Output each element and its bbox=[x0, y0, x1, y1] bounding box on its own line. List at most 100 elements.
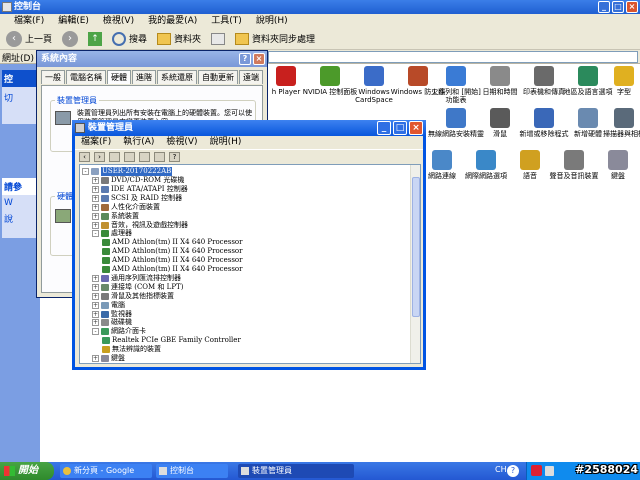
forward-button[interactable]: › bbox=[60, 30, 80, 48]
expand-icon[interactable]: + bbox=[92, 292, 99, 300]
expand-icon[interactable]: + bbox=[92, 185, 99, 193]
tab-general[interactable]: 一般 bbox=[41, 70, 65, 84]
tree-item[interactable]: + 連接埠 (COM 和 LPT) bbox=[92, 283, 183, 292]
menu-help[interactable]: 說明(H) bbox=[256, 14, 288, 28]
expand-icon[interactable]: + bbox=[92, 355, 99, 362]
task-chrome[interactable]: 新分頁 - Google Chro... bbox=[60, 464, 152, 478]
expand-icon[interactable]: + bbox=[92, 221, 99, 229]
tree-item[interactable]: + 電腦 bbox=[92, 301, 125, 310]
menu-tools[interactable]: 工具(T) bbox=[211, 14, 242, 28]
menu-file[interactable]: 檔案(F) bbox=[14, 14, 44, 28]
expand-icon[interactable]: + bbox=[92, 301, 99, 309]
back-button[interactable]: ‹ 上一頁 bbox=[4, 30, 54, 48]
tab-automatic-updates[interactable]: 自動更新 bbox=[198, 70, 238, 84]
start-button[interactable]: 開始 bbox=[0, 462, 54, 480]
search-icon bbox=[112, 31, 127, 46]
up-button[interactable]: ↑ bbox=[86, 30, 104, 48]
expand-icon[interactable]: + bbox=[92, 177, 99, 184]
device-manager-titlebar[interactable]: 裝置管理員 _ □ × bbox=[72, 120, 426, 136]
tree-item[interactable]: + 音效，視訊及遊戲控制器 bbox=[92, 221, 188, 230]
tree-item[interactable]: AMD Athlon(tm) II X4 640 Processor bbox=[102, 247, 243, 256]
tree-view-icon[interactable] bbox=[109, 151, 120, 162]
expand-icon[interactable]: + bbox=[92, 212, 99, 220]
help-icon[interactable]: ? bbox=[507, 465, 519, 477]
refresh-icon[interactable] bbox=[154, 151, 165, 162]
tree-item[interactable]: Realtek PCIe GBE Family Controller bbox=[102, 336, 241, 345]
menu-favorites[interactable]: 我的最愛(A) bbox=[148, 14, 197, 28]
task-pane-title-2[interactable]: 請參 bbox=[2, 178, 40, 195]
tree-item[interactable]: + IDE ATA/ATAPI 控制器 bbox=[92, 185, 188, 194]
collapse-icon[interactable]: - bbox=[92, 230, 99, 238]
icon-scanners-cameras[interactable]: 掃描器與相機 bbox=[596, 108, 640, 138]
help-icon[interactable]: ? bbox=[169, 151, 180, 162]
expand-icon[interactable]: + bbox=[92, 310, 99, 318]
expand-icon[interactable]: + bbox=[92, 194, 99, 202]
tree-item[interactable]: - 網路介面卡 bbox=[92, 327, 146, 336]
collapse-icon[interactable]: - bbox=[82, 168, 89, 175]
tree-item[interactable]: + 通用序列匯流排控制器 bbox=[92, 274, 181, 283]
tab-advanced[interactable]: 進階 bbox=[132, 70, 156, 84]
device-tree-scrollbar[interactable] bbox=[410, 165, 420, 363]
maximize-button[interactable]: □ bbox=[393, 121, 407, 135]
tab-computer-name[interactable]: 電腦名稱 bbox=[66, 70, 106, 84]
task-pane-link-2[interactable]: 說 bbox=[2, 211, 40, 226]
tree-item[interactable]: + 系統裝置 bbox=[92, 212, 139, 221]
expand-icon[interactable]: + bbox=[92, 283, 99, 291]
task-pane-title-1[interactable]: 控 bbox=[2, 70, 40, 87]
back-arrow-icon[interactable]: ‹ bbox=[79, 151, 90, 162]
print-icon[interactable] bbox=[139, 151, 150, 162]
close-button[interactable]: × bbox=[626, 1, 638, 13]
tree-item[interactable]: 無法辨識的裝置 bbox=[102, 345, 161, 354]
properties-icon[interactable] bbox=[124, 151, 135, 162]
tab-hardware[interactable]: 硬體 bbox=[107, 70, 131, 84]
menu-edit[interactable]: 編輯(E) bbox=[58, 14, 89, 28]
tree-item[interactable]: AMD Athlon(tm) II X4 640 Processor bbox=[102, 256, 243, 265]
tree-item[interactable]: + 鍵盤 bbox=[92, 354, 125, 363]
folders-button[interactable]: 資料夾 bbox=[155, 30, 203, 48]
tree-root[interactable]: - USER-20170222AB bbox=[82, 167, 173, 176]
tray-app-icon[interactable] bbox=[531, 465, 542, 476]
minimize-button[interactable]: _ bbox=[598, 1, 610, 13]
maximize-button[interactable]: □ bbox=[612, 1, 624, 13]
device-manager-icon bbox=[55, 111, 71, 125]
task-pane-link-1[interactable]: W bbox=[2, 195, 40, 211]
expand-icon[interactable]: + bbox=[92, 319, 99, 327]
language-indicator[interactable]: CH bbox=[495, 465, 507, 474]
tree-item[interactable]: AMD Athlon(tm) II X4 640 Processor bbox=[102, 238, 243, 247]
dm-menu-file[interactable]: 檔案(F) bbox=[81, 136, 111, 149]
close-button[interactable]: × bbox=[409, 121, 423, 135]
dm-menu-view[interactable]: 檢視(V) bbox=[166, 136, 197, 149]
system-properties-titlebar[interactable]: 系統內容 ? × bbox=[37, 51, 267, 67]
address-input[interactable] bbox=[268, 51, 638, 63]
tree-item[interactable]: + DVD/CD-ROM 光碟機 bbox=[92, 176, 184, 185]
control-panel-titlebar[interactable]: 控制台 _ □ × bbox=[0, 0, 640, 14]
menu-view[interactable]: 檢視(V) bbox=[103, 14, 134, 28]
tab-remote[interactable]: 遠端 bbox=[239, 70, 263, 84]
collapse-icon[interactable]: - bbox=[92, 328, 99, 336]
task-pane-link-switch[interactable]: 切 bbox=[2, 87, 40, 108]
icon-fonts[interactable]: 字型 bbox=[596, 66, 640, 96]
icon-keyboard[interactable]: 鍵盤 bbox=[590, 150, 640, 180]
folder-sync-button[interactable]: 資料夾同步處理 bbox=[233, 30, 317, 48]
tree-item[interactable]: + 滑鼠及其他指標裝置 bbox=[92, 292, 174, 301]
expand-icon[interactable]: + bbox=[92, 203, 99, 211]
scrollbar-thumb[interactable] bbox=[412, 177, 420, 317]
help-button[interactable]: ? bbox=[239, 53, 251, 65]
minimize-button[interactable]: _ bbox=[377, 121, 391, 135]
dm-menu-help[interactable]: 說明(H) bbox=[210, 136, 242, 149]
tree-item[interactable]: AMD Athlon(tm) II X4 640 Processor bbox=[102, 265, 243, 274]
tab-system-restore[interactable]: 系統還原 bbox=[157, 70, 197, 84]
tray-speaker-icon[interactable] bbox=[545, 466, 554, 476]
forward-arrow-icon[interactable]: › bbox=[94, 151, 105, 162]
search-button[interactable]: 搜尋 bbox=[110, 30, 149, 48]
tree-item[interactable]: - 處理器 bbox=[92, 229, 132, 238]
close-button[interactable]: × bbox=[253, 53, 265, 65]
dm-menu-action[interactable]: 執行(A) bbox=[123, 136, 154, 149]
task-control-panel[interactable]: 控制台 bbox=[156, 464, 228, 478]
views-button[interactable] bbox=[209, 30, 227, 48]
tree-item[interactable]: + SCSI 及 RAID 控制器 bbox=[92, 194, 182, 203]
tree-item-label: 處理器 bbox=[111, 229, 132, 238]
task-device-manager[interactable]: 裝置管理員 bbox=[238, 464, 354, 478]
tree-item[interactable]: + 人性化介面裝置 bbox=[92, 203, 160, 212]
expand-icon[interactable]: + bbox=[92, 274, 99, 282]
